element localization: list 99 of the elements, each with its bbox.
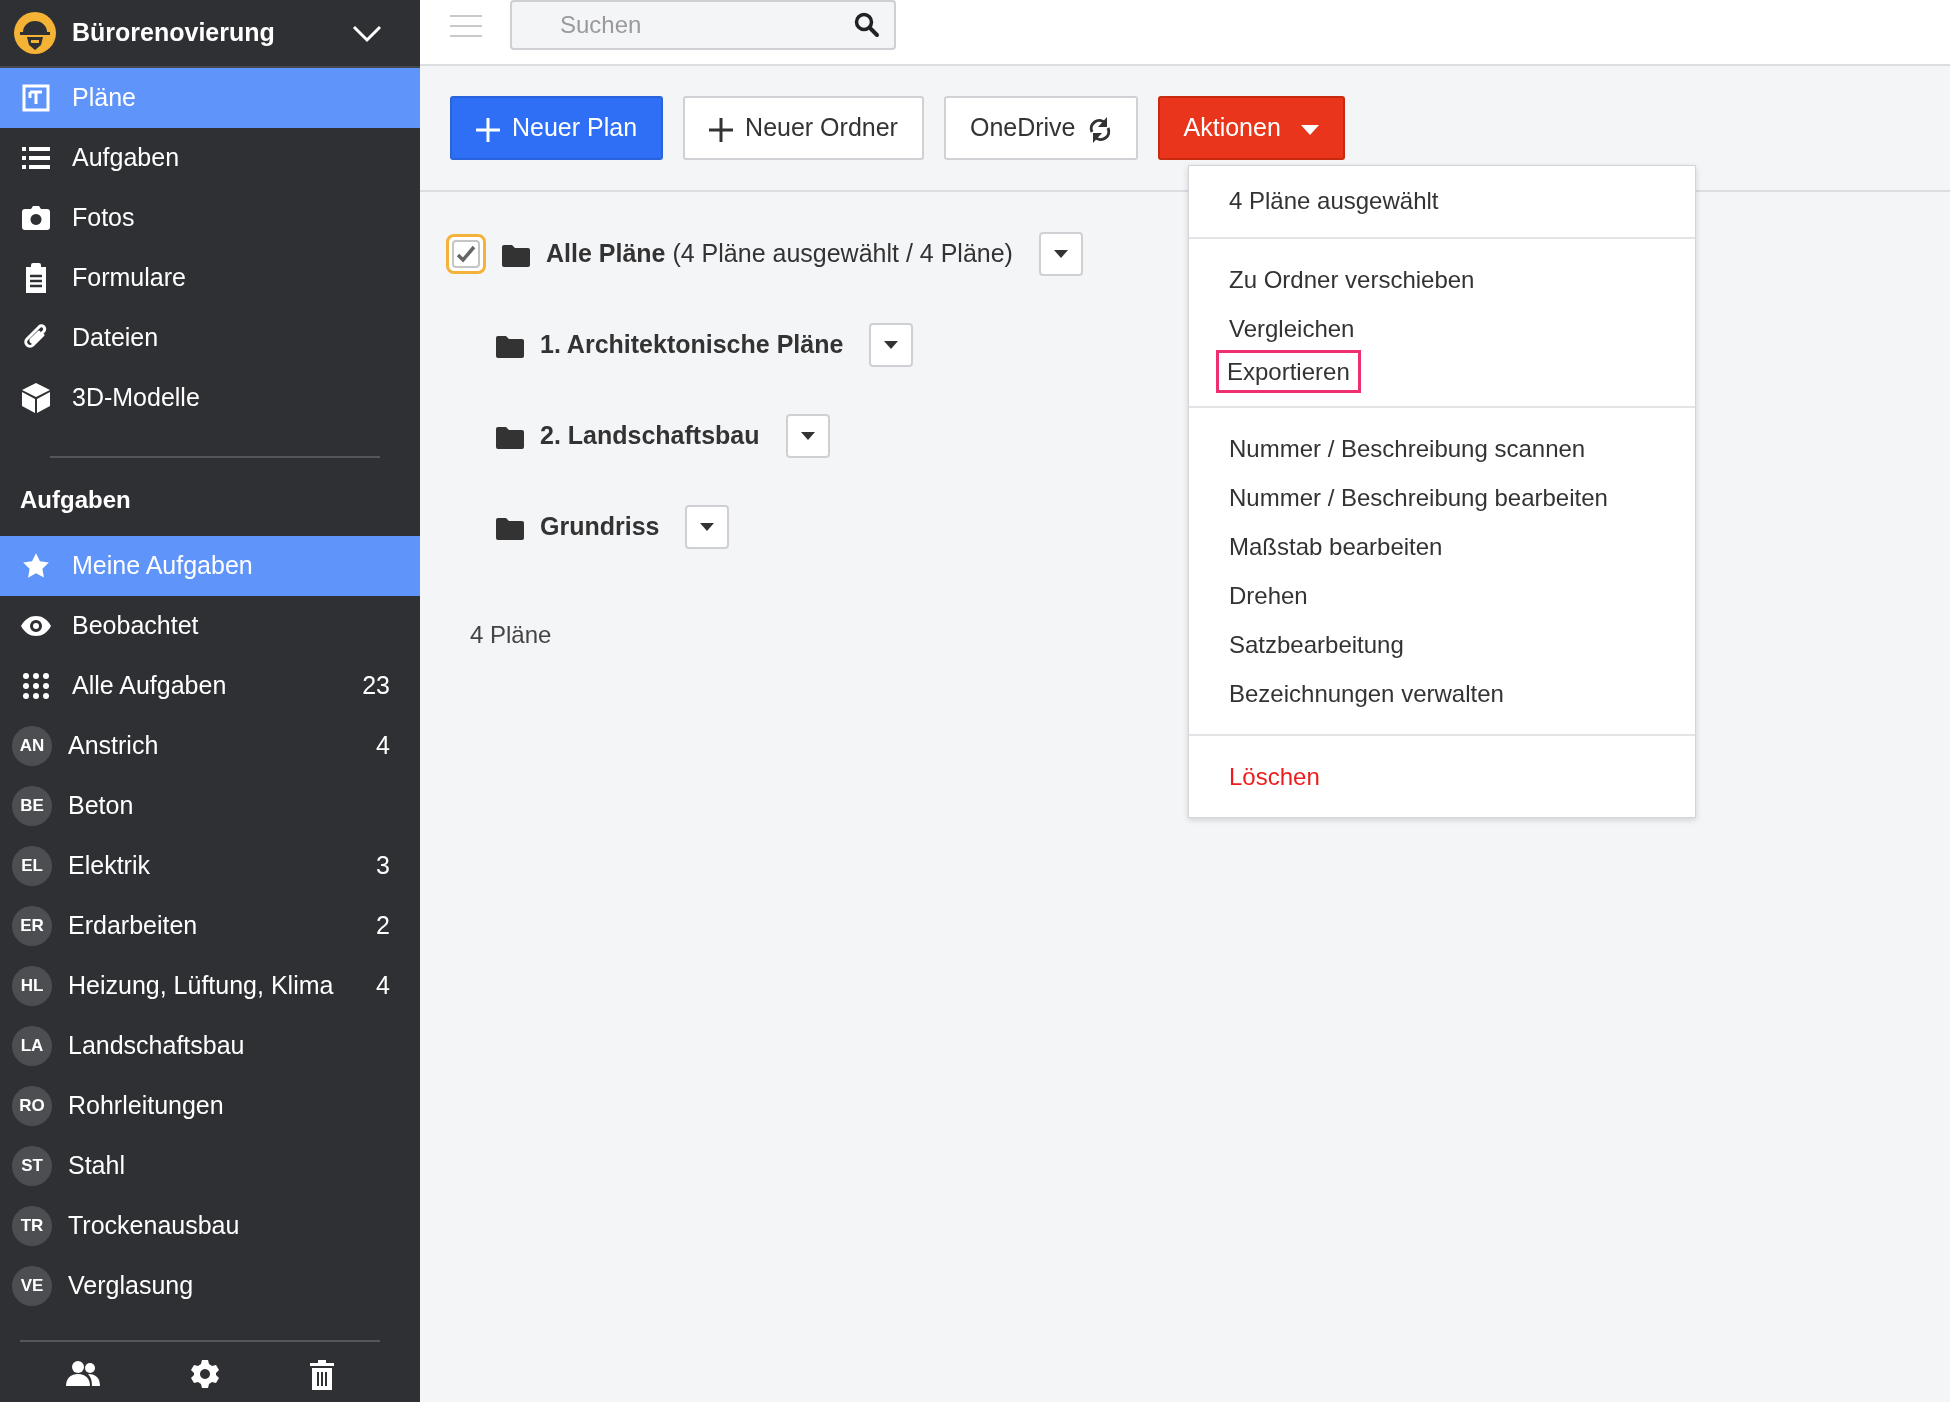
folder-icon (496, 426, 524, 449)
dropdown-toggle-button[interactable] (685, 505, 730, 549)
sidebar-item[interactable]: RO Rohrleitungen (0, 1076, 420, 1136)
sidebar-item[interactable]: Formulare (0, 248, 420, 308)
item-count: 4 (376, 730, 390, 762)
toolbar-button[interactable]: Neuer Plan (450, 96, 664, 160)
sidebar-item[interactable]: 3D-Modelle (0, 368, 420, 428)
item-count: 23 (362, 670, 390, 702)
item-label: Stahl (68, 1150, 125, 1182)
plan-count: 4 Pläne (470, 620, 552, 650)
menu-item[interactable]: Drehen (1189, 571, 1695, 620)
menu-header: 4 Pläne ausgewählt (1228, 186, 1440, 216)
dropdown-toggle-button[interactable] (869, 323, 914, 367)
dropdown-toggle-button[interactable] (1038, 232, 1083, 276)
sidebar-item[interactable]: EL Elektrik 3 (0, 836, 420, 896)
settings-icon[interactable] (191, 1360, 219, 1388)
menu-item[interactable]: Bezeichnungen verwalten (1189, 669, 1695, 718)
menu-item[interactable]: Löschen (1189, 752, 1695, 801)
caret-icon (700, 523, 715, 531)
item-label: Rohrleitungen (68, 1090, 224, 1122)
caret-icon (1053, 250, 1068, 258)
folder-icon (496, 335, 524, 358)
initials-avatar: RO (12, 1086, 52, 1126)
checkbox[interactable] (446, 234, 486, 274)
item-label: Elektrik (68, 850, 150, 882)
folder-icon (502, 244, 530, 267)
sidebar-item[interactable]: ST Stahl (0, 1136, 420, 1196)
sidebar-item[interactable]: ER Erdarbeiten 2 (0, 896, 420, 956)
trash-icon[interactable] (310, 1360, 335, 1390)
sidebar-item[interactable]: Fotos (0, 188, 420, 248)
sidebar-item[interactable]: AN Anstrich 4 (0, 716, 420, 776)
sidebar-item[interactable]: TR Trockenausbau (0, 1196, 420, 1256)
sync-icon (1087, 116, 1112, 143)
menu-item[interactable]: Nummer / Beschreibung scannen (1189, 424, 1695, 473)
item-label: Trockenausbau (68, 1210, 240, 1242)
sidebar-item[interactable]: Alle Aufgaben 23 (0, 656, 420, 716)
search-field[interactable]: Suchen (510, 0, 896, 50)
item-label: Heizung, Lüftung, Klima (68, 970, 334, 1002)
check-icon (456, 245, 476, 263)
folder-icon (496, 517, 524, 540)
sidebar-item[interactable]: Aufgaben (0, 128, 420, 188)
menu-item[interactable]: Satzbearbeitung (1189, 620, 1695, 669)
sidebar-item[interactable]: BE Beton (0, 776, 420, 836)
sidebar-item[interactable]: Beobachtet (0, 596, 420, 656)
sidebar-item[interactable]: LA Landschaftsbau (0, 1016, 420, 1076)
section-heading: Aufgaben (19, 485, 132, 515)
list-icon (22, 146, 50, 170)
item-label: Verglasung (68, 1270, 194, 1302)
toolbar-button[interactable]: OneDrive (943, 96, 1138, 160)
item-label: Alle Aufgaben (72, 670, 227, 702)
item-label: Erdarbeiten (68, 910, 198, 942)
menu-item[interactable]: Exportieren (1219, 353, 1358, 390)
item-count: 3 (376, 850, 390, 882)
initials-avatar: ER (12, 906, 52, 946)
menu-item[interactable]: Zu Ordner verschieben (1189, 255, 1695, 304)
initials-avatar: HL (12, 966, 52, 1006)
item-label: Landschaftsbau (68, 1030, 245, 1062)
worker-logo-icon (14, 12, 56, 54)
search-icon[interactable] (854, 12, 880, 38)
initials-avatar: AN (12, 726, 52, 766)
camera-icon (22, 206, 50, 230)
star-icon (22, 552, 50, 580)
caret-icon (884, 341, 899, 349)
sidebar-item[interactable]: HL Heizung, Lüftung, Klima 4 (0, 956, 420, 1016)
initials-avatar: LA (12, 1026, 52, 1066)
caret-icon (1300, 124, 1319, 135)
grid-icon (23, 673, 49, 699)
dropdown-toggle-button[interactable] (785, 414, 830, 458)
clipboard-icon (24, 263, 48, 293)
toolbar-button[interactable]: Aktionen (1157, 96, 1345, 160)
menu-item[interactable]: Maßstab bearbeiten (1189, 522, 1695, 571)
caret-icon (800, 432, 815, 440)
plus-icon (709, 117, 734, 142)
toolbar-button[interactable]: Neuer Ordner (683, 96, 924, 160)
cube-icon (22, 383, 50, 413)
plus-icon (476, 117, 500, 142)
people-icon[interactable] (65, 1360, 100, 1386)
folder-name[interactable]: Alle Pläne (4 Pläne ausgewählt / 4 Pläne) (546, 235, 1013, 273)
folder-name[interactable]: 1. Architektonische Pläne (540, 326, 844, 364)
initials-avatar: BE (12, 786, 52, 826)
plan-icon (22, 84, 50, 112)
folder-name[interactable]: 2. Landschaftsbau (540, 417, 760, 455)
sidebar-item[interactable]: Dateien (0, 308, 420, 368)
eye-icon (21, 616, 51, 636)
item-count: 2 (376, 910, 390, 942)
initials-avatar: VE (12, 1266, 52, 1306)
item-label: Meine Aufgaben (72, 550, 253, 582)
folder-name[interactable]: Grundriss (540, 508, 660, 546)
item-label: Beobachtet (72, 610, 199, 642)
item-label: Anstrich (68, 730, 159, 762)
menu-item[interactable]: Nummer / Beschreibung bearbeiten (1189, 473, 1695, 522)
item-count: 4 (376, 970, 390, 1002)
chevron-down-icon (352, 24, 382, 43)
item-label: Beton (68, 790, 134, 822)
initials-avatar: EL (12, 846, 52, 886)
menu-item[interactable]: Vergleichen (1189, 304, 1695, 353)
initials-avatar: TR (12, 1206, 52, 1246)
initials-avatar: ST (12, 1146, 52, 1186)
sidebar-item[interactable]: VE Verglasung (0, 1256, 420, 1316)
